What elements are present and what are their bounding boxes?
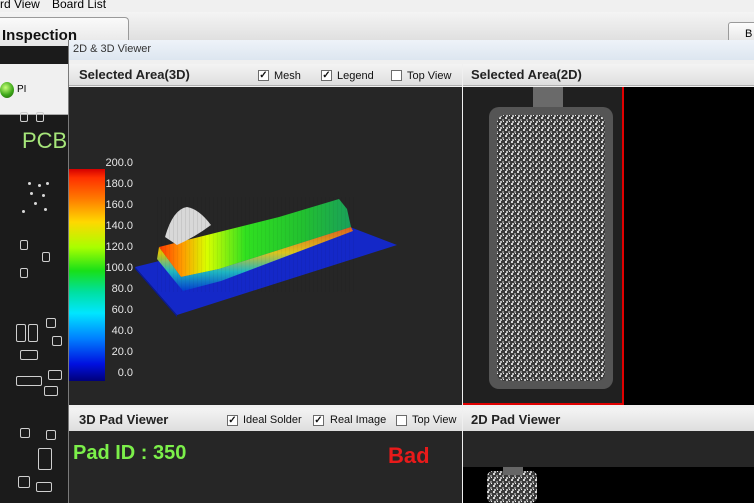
selected-area-3d-title: Selected Area(3D) (79, 67, 190, 82)
legend-tick: 0.0 (117, 367, 133, 379)
viewer-titlebar[interactable]: 2D & 3D Viewer (69, 40, 754, 60)
real-image-checkbox[interactable]: ✓ (313, 415, 324, 426)
pad-3d-header: 3D Pad Viewer ✓ Ideal Solder ✓ Real Imag… (69, 408, 462, 432)
pad-id-label: Pad ID : 350 (73, 442, 187, 464)
pad-2d-title: 2D Pad Viewer (471, 412, 561, 427)
top-view-pad-checkbox[interactable] (396, 415, 407, 426)
solder-2d-image (463, 87, 624, 405)
ideal-solder-checkbox[interactable]: ✓ (227, 415, 238, 426)
selected-area-3d-view[interactable]: 200.0 180.0 160.0 140.0 120.0 100.0 80.0… (69, 87, 462, 405)
menu-item-board-view[interactable]: rd View (0, 0, 40, 10)
top-view-3d-label: Top View (407, 70, 452, 82)
menu-bar: rd View Board List (0, 0, 754, 12)
legend-tick: 40.0 (111, 325, 133, 337)
selected-area-2d-title: Selected Area(2D) (471, 67, 582, 82)
mesh-checkbox[interactable]: ✓ (258, 70, 269, 81)
legend-tick: 140.0 (105, 220, 133, 232)
selected-area-2d-view[interactable] (463, 87, 754, 405)
selected-area-2d-header: Selected Area(2D) (463, 64, 754, 86)
legend-tick: 80.0 (111, 283, 133, 295)
inspection-title: Inspection (2, 27, 78, 44)
solder-3d-mesh[interactable] (129, 187, 399, 317)
legend-tick: 60.0 (111, 304, 133, 316)
result-status-badge: Bad (388, 443, 430, 468)
legend-checkbox[interactable]: ✓ (321, 70, 332, 81)
pad-2d-image (463, 431, 754, 503)
status-led-icon (0, 82, 14, 98)
mesh-label: Mesh (274, 70, 301, 82)
legend-tick: 20.0 (111, 346, 133, 358)
board-component-map[interactable] (0, 100, 68, 503)
legend-tick: 180.0 (105, 178, 133, 190)
menu-item-board-list[interactable]: Board List (52, 0, 106, 10)
selected-area-3d-header: Selected Area(3D) ✓ Mesh ✓ Legend Top Vi… (69, 64, 462, 86)
pad-3d-title: 3D Pad Viewer (79, 412, 169, 427)
top-view-3d-checkbox[interactable] (391, 70, 402, 81)
status-label: PI (17, 84, 27, 95)
legend-tick: 200.0 (105, 157, 133, 169)
top-view-pad-label: Top View (412, 414, 457, 426)
viewer-window: 2D & 3D Viewer Selected Area(3D) ✓ Mesh … (68, 40, 754, 503)
viewer-title: 2D & 3D Viewer (73, 43, 152, 55)
legend-label: Legend (337, 70, 374, 82)
pad-2d-header: 2D Pad Viewer (463, 408, 754, 432)
ideal-solder-label: Ideal Solder (243, 414, 302, 426)
legend-tick: 160.0 (105, 199, 133, 211)
legend-tick: 100.0 (105, 262, 133, 274)
pad-2d-view[interactable] (463, 431, 754, 503)
real-image-label: Real Image (330, 414, 387, 426)
legend-tick: 120.0 (105, 241, 133, 253)
